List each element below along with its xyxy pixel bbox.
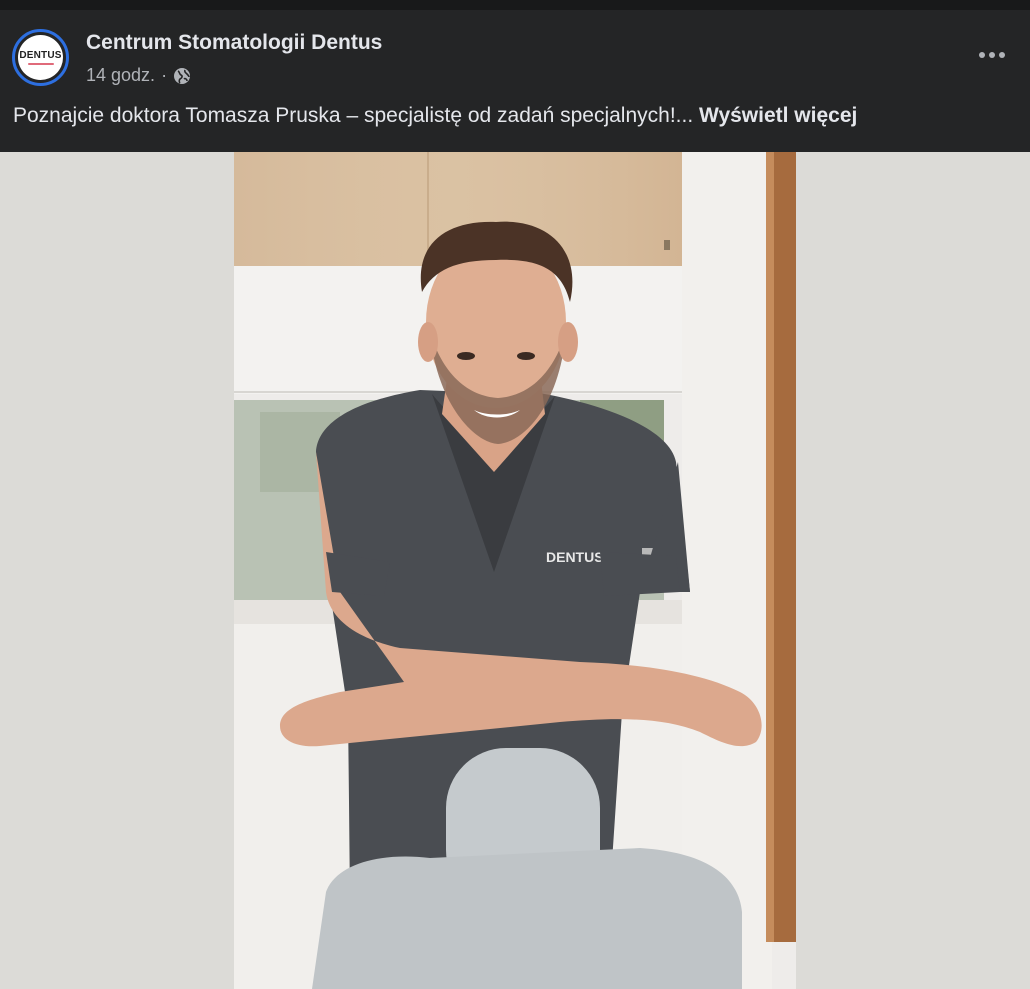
avatar-logo: DENTUS bbox=[18, 35, 63, 80]
avatar-logo-text: DENTUS bbox=[19, 50, 62, 61]
post-header: DENTUS Centrum Stomatologii Dentus 14 go… bbox=[0, 10, 1030, 100]
post-photo[interactable]: DENTUS bbox=[0, 152, 1030, 989]
caption-text: Poznajcie doktora Tomasza Pruska – specj… bbox=[13, 104, 694, 127]
globe-icon[interactable] bbox=[173, 67, 191, 85]
post-photo-illustration: DENTUS bbox=[0, 152, 1030, 989]
post-timestamp[interactable]: 14 godz. bbox=[86, 65, 155, 86]
more-dot bbox=[989, 52, 995, 58]
avatar-logo-underline bbox=[27, 63, 54, 65]
post-meta: 14 godz. · bbox=[86, 65, 191, 86]
feed-post: DENTUS Centrum Stomatologii Dentus 14 go… bbox=[0, 10, 1030, 989]
page-avatar[interactable]: DENTUS bbox=[12, 29, 69, 86]
see-more-link[interactable]: Wyświetl więcej bbox=[699, 104, 857, 127]
page-name-link[interactable]: Centrum Stomatologii Dentus bbox=[86, 31, 382, 55]
more-options-icon[interactable] bbox=[972, 40, 1012, 70]
top-strip bbox=[0, 0, 1030, 10]
meta-separator: · bbox=[161, 65, 168, 85]
more-dot bbox=[979, 52, 985, 58]
more-dot bbox=[999, 52, 1005, 58]
scrub-logo-text: DENTUS bbox=[546, 549, 604, 565]
post-caption: Poznajcie doktora Tomasza Pruska – specj… bbox=[13, 104, 857, 128]
